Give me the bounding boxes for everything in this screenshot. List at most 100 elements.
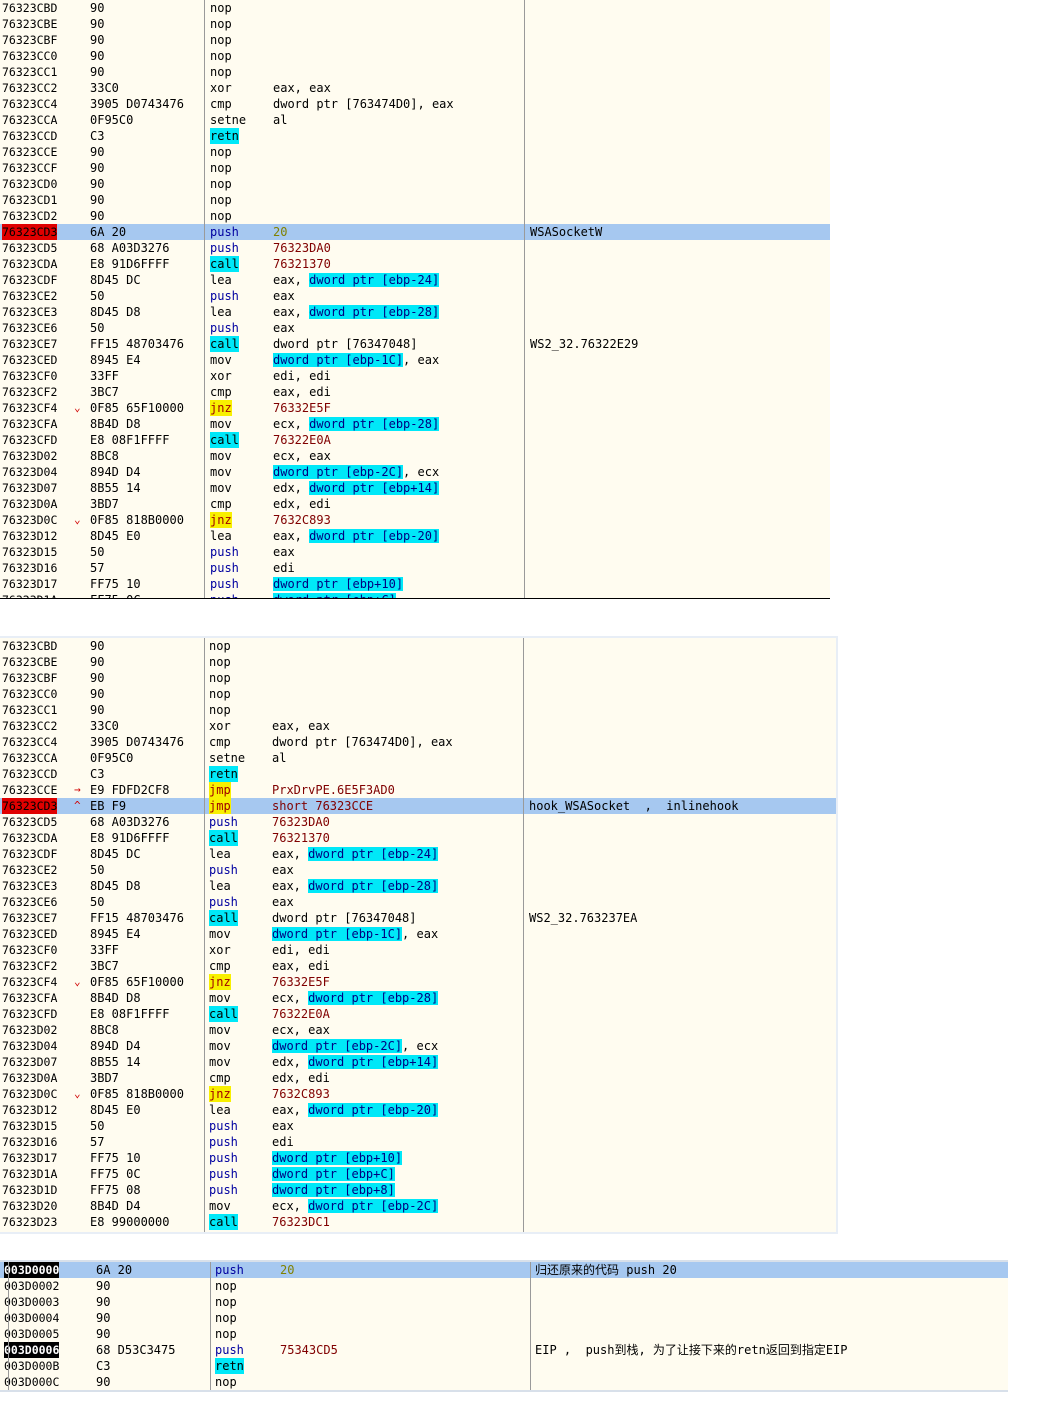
disasm-row[interactable]: 76323CE7 FF15 48703476 call dword ptr [7634… bbox=[0, 336, 830, 352]
disasm-row[interactable]: 76323D0A 3BD7 cmp edx, edi bbox=[0, 496, 830, 512]
disasm-row[interactable]: 76323CF2 3BC7 cmp eax, edi bbox=[0, 384, 830, 400]
hex-bytes-cell: 90 bbox=[90, 1, 105, 15]
operand-cell: PrxDrvPE.6E5F3AD0 bbox=[272, 782, 395, 798]
disasm-row[interactable]: 76323D07 8B55 14 mov edx, dword ptr [ebp+14… bbox=[0, 1054, 836, 1070]
disasm-panel-original[interactable]: 76323CBD 90 nop 76323CBE 90 nop 76323CBF 90 nop 7… bbox=[0, 0, 830, 599]
disasm-row[interactable]: 76323D15 50 push eax bbox=[0, 544, 830, 560]
disasm-row[interactable]: 76323CCA 0F95C0 setne al bbox=[0, 112, 830, 128]
disasm-row[interactable]: 76323CE3 8D45 D8 lea eax, dword ptr [ebp-28… bbox=[0, 878, 836, 894]
disasm-row[interactable]: 76323CC0 90 nop bbox=[0, 48, 830, 64]
disasm-row[interactable]: 76323CD3 6A 20 push 20 WSASocketW bbox=[0, 224, 830, 240]
disasm-row[interactable]: 003D0000 6A 20 push 20 归还原来的代码 push 20 bbox=[0, 1262, 1008, 1278]
disasm-row[interactable]: 76323CBF 90 nop bbox=[0, 32, 830, 48]
disasm-row[interactable]: 76323CD2 90 nop bbox=[0, 208, 830, 224]
hex-bytes-cell: 90 bbox=[96, 1311, 111, 1325]
disasm-row[interactable]: 76323CBE 90 nop bbox=[0, 654, 836, 670]
disasm-row[interactable]: 76323CDA E8 91D6FFFF call 76321370 bbox=[0, 256, 830, 272]
address-cell: 76323CF0 bbox=[2, 943, 58, 957]
disasm-row[interactable]: 76323CE2 50 push eax bbox=[0, 862, 836, 878]
disasm-row[interactable]: 76323CDF 8D45 DC lea eax, dword ptr [ebp-24… bbox=[0, 272, 830, 288]
disasm-row[interactable]: 76323CBD 90 nop bbox=[0, 638, 836, 654]
operand-cell: 76332E5F bbox=[273, 400, 331, 416]
disasm-row[interactable]: 76323CCD C3 retn bbox=[0, 128, 830, 144]
disasm-row[interactable]: 76323CE6 50 push eax bbox=[0, 320, 830, 336]
disasm-row[interactable]: 76323CE3 8D45 D8 lea eax, dword ptr [ebp-28… bbox=[0, 304, 830, 320]
disasm-row[interactable]: 76323CCF 90 nop bbox=[0, 160, 830, 176]
mnemonic-cell: nop bbox=[210, 145, 232, 159]
disasm-row[interactable]: 76323CFA 8B4D D8 mov ecx, dword ptr [ebp-28… bbox=[0, 990, 836, 1006]
disasm-row[interactable]: 76323D0C ⌄ 0F85 818B0000 jnz 7632C893 bbox=[0, 1086, 836, 1102]
disasm-row[interactable]: 76323CE2 50 push eax bbox=[0, 288, 830, 304]
disasm-row[interactable]: 76323CF4 ⌄ 0F85 65F10000 jnz 76332E5F bbox=[0, 400, 830, 416]
disasm-row[interactable]: 76323D20 8B4D D4 mov ecx, dword ptr [ebp-2C… bbox=[0, 1198, 836, 1214]
disasm-row[interactable]: 76323CD5 68 A03D3276 push 76323DA0 bbox=[0, 240, 830, 256]
disasm-row[interactable]: 003D000B C3 retn bbox=[0, 1358, 1008, 1374]
disasm-row[interactable]: 76323D16 57 push edi bbox=[0, 560, 830, 576]
hex-bytes-cell: 6A 20 bbox=[90, 225, 127, 239]
disasm-row[interactable]: 76323D1A FF75 0C push dword ptr [ebp+C] bbox=[0, 592, 830, 598]
disasm-row[interactable]: 76323CC1 90 nop bbox=[0, 64, 830, 80]
disasm-row[interactable]: 76323D23 E8 99000000 call 76323DC1 bbox=[0, 1214, 836, 1230]
disasm-row[interactable]: 76323D04 894D D4 mov dword ptr [ebp-2C], ec… bbox=[0, 464, 830, 480]
disasm-row[interactable]: 003D0006 68 D53C3475 push 75343CD5 EIP , pus… bbox=[0, 1342, 1008, 1358]
disasm-panel-trampoline[interactable]: 003D0000 6A 20 push 20 归还原来的代码 push 20 003D00… bbox=[0, 1260, 1008, 1392]
disasm-row[interactable]: 76323D02 8BC8 mov ecx, eax bbox=[0, 1022, 836, 1038]
disasm-row[interactable]: 76323D02 8BC8 mov ecx, eax bbox=[0, 448, 830, 464]
disasm-row[interactable]: 76323CCE 90 nop bbox=[0, 144, 830, 160]
disasm-row[interactable]: 76323CED 8945 E4 mov dword ptr [ebp-1C], ea… bbox=[0, 352, 830, 368]
disasm-row[interactable]: 76323CE6 50 push eax bbox=[0, 894, 836, 910]
disasm-row[interactable]: 76323CC0 90 nop bbox=[0, 686, 836, 702]
disasm-row[interactable]: 76323D17 FF75 10 push dword ptr [ebp+10] bbox=[0, 1150, 836, 1166]
disasm-row[interactable]: 76323CDA E8 91D6FFFF call 76321370 bbox=[0, 830, 836, 846]
disasm-row[interactable]: 76323CD1 90 nop bbox=[0, 192, 830, 208]
disasm-row[interactable]: 76323CF0 33FF xor edi, edi bbox=[0, 368, 830, 384]
disasm-row[interactable]: 76323CF2 3BC7 cmp eax, edi bbox=[0, 958, 836, 974]
disasm-row[interactable]: 76323CC1 90 nop bbox=[0, 702, 836, 718]
disasm-row[interactable]: 003D0003 90 nop bbox=[0, 1294, 1008, 1310]
disasm-row[interactable]: 76323D0C ⌄ 0F85 818B0000 jnz 7632C893 bbox=[0, 512, 830, 528]
address-cell: 76323CD3 bbox=[2, 224, 58, 240]
disasm-row[interactable]: 76323CCA 0F95C0 setne al bbox=[0, 750, 836, 766]
disasm-row[interactable]: 76323CC4 3905 D0743476 cmp dword ptr [76347… bbox=[0, 96, 830, 112]
disasm-row[interactable]: 76323CF0 33FF xor edi, edi bbox=[0, 942, 836, 958]
disasm-row[interactable]: 76323D12 8D45 E0 lea eax, dword ptr [ebp-20… bbox=[0, 528, 830, 544]
disasm-row[interactable]: 76323D12 8D45 E0 lea eax, dword ptr [ebp-20… bbox=[0, 1102, 836, 1118]
address-cell: 76323D02 bbox=[2, 1023, 58, 1037]
disasm-row[interactable]: 76323CBE 90 nop bbox=[0, 16, 830, 32]
disasm-row[interactable]: 76323CE7 FF15 48703476 call dword ptr [7634… bbox=[0, 910, 836, 926]
disasm-row[interactable]: 76323CDF 8D45 DC lea eax, dword ptr [ebp-24… bbox=[0, 846, 836, 862]
disasm-row[interactable]: 76323CCE → E9 FDFD2CF8 jmp PrxDrvPE.6E5F3AD0 bbox=[0, 782, 836, 798]
address-cell: 76323CF0 bbox=[2, 369, 58, 383]
disasm-panel-hooked[interactable]: 76323CBD 90 nop 76323CBE 90 nop 76323CBF 90 nop 7… bbox=[0, 636, 838, 1234]
disasm-row[interactable]: 76323CD3 ^ EB F9 jmp short 76323CCE hook_WSAS… bbox=[0, 798, 836, 814]
disasm-row[interactable]: 76323CFD E8 08F1FFFF call 76322E0A bbox=[0, 1006, 836, 1022]
disasm-row[interactable]: 76323D04 894D D4 mov dword ptr [ebp-2C], ec… bbox=[0, 1038, 836, 1054]
disasm-row[interactable]: 76323CD0 90 nop bbox=[0, 176, 830, 192]
disasm-row[interactable]: 76323CFD E8 08F1FFFF call 76322E0A bbox=[0, 432, 830, 448]
hex-bytes-cell: 894D D4 bbox=[90, 465, 141, 479]
disasm-row[interactable]: 76323CC2 33C0 xor eax, eax bbox=[0, 718, 836, 734]
disasm-row[interactable]: 003D000C 90 nop bbox=[0, 1374, 1008, 1390]
disasm-row[interactable]: 76323D17 FF75 10 push dword ptr [ebp+10] bbox=[0, 576, 830, 592]
disasm-row[interactable]: 76323CBD 90 nop bbox=[0, 0, 830, 16]
mnemonic-cell: nop bbox=[210, 17, 232, 31]
disasm-row[interactable]: 76323CD5 68 A03D3276 push 76323DA0 bbox=[0, 814, 836, 830]
disasm-row[interactable]: 76323D1D FF75 08 push dword ptr [ebp+8] bbox=[0, 1182, 836, 1198]
disasm-row[interactable]: 76323CC4 3905 D0743476 cmp dword ptr [76347… bbox=[0, 734, 836, 750]
disasm-row[interactable]: 003D0004 90 nop bbox=[0, 1310, 1008, 1326]
disasm-row[interactable]: 003D0002 90 nop bbox=[0, 1278, 1008, 1294]
disasm-row[interactable]: 76323D07 8B55 14 mov edx, dword ptr [ebp+14… bbox=[0, 480, 830, 496]
disasm-row[interactable]: 76323D1A FF75 0C push dword ptr [ebp+C] bbox=[0, 1166, 836, 1182]
disasm-row[interactable]: 76323CED 8945 E4 mov dword ptr [ebp-1C], ea… bbox=[0, 926, 836, 942]
disasm-row[interactable]: 003D0005 90 nop bbox=[0, 1326, 1008, 1342]
disasm-row[interactable]: 76323CBF 90 nop bbox=[0, 670, 836, 686]
operand-cell: dword ptr [ebp+10] bbox=[272, 1150, 403, 1166]
disasm-row[interactable]: 76323CCD C3 retn bbox=[0, 766, 836, 782]
disasm-row[interactable]: 76323CC2 33C0 xor eax, eax bbox=[0, 80, 830, 96]
disasm-row[interactable]: 76323D16 57 push edi bbox=[0, 1134, 836, 1150]
operand-cell: ecx, dword ptr [ebp-28] bbox=[273, 416, 440, 432]
disasm-row[interactable]: 76323CF4 ⌄ 0F85 65F10000 jnz 76332E5F bbox=[0, 974, 836, 990]
disasm-row[interactable]: 76323CFA 8B4D D8 mov ecx, dword ptr [ebp-28… bbox=[0, 416, 830, 432]
disasm-row[interactable]: 76323D0A 3BD7 cmp edx, edi bbox=[0, 1070, 836, 1086]
disasm-row[interactable]: 76323D15 50 push eax bbox=[0, 1118, 836, 1134]
